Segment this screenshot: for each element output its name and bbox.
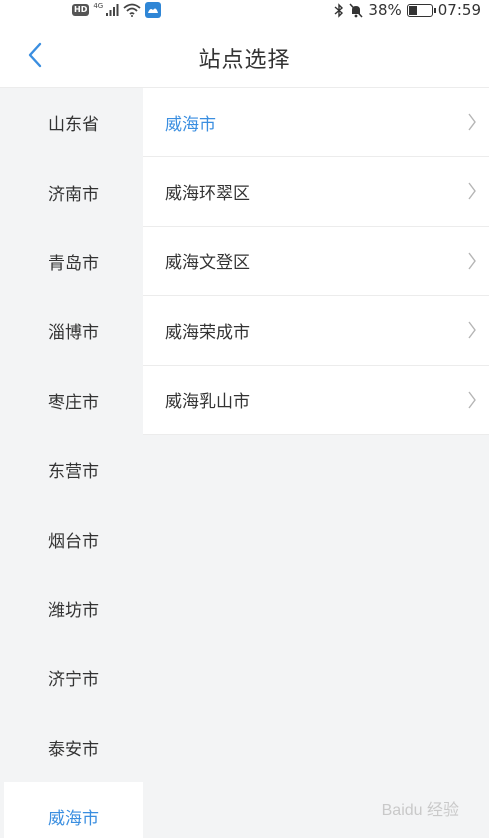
district-label: 威海乳山市 (165, 392, 250, 413)
province-item-8[interactable]: 济宁市 (4, 643, 143, 712)
status-left: HD 4G (72, 2, 162, 18)
battery-percent: 38% (368, 1, 402, 19)
signal-icon (106, 4, 119, 16)
district-label: 威海文登区 (165, 253, 250, 274)
province-item-6[interactable]: 烟台市 (4, 504, 143, 573)
status-right: 38% 07:59 (334, 1, 481, 19)
province-label: 泰安市 (48, 739, 99, 760)
district-list: 威海市 威海环翠区 威海文登区 威海荣成市 威海乳山市 (143, 88, 489, 435)
province-item-0[interactable]: 山东省 (4, 88, 143, 157)
province-item-9[interactable]: 泰安市 (4, 713, 143, 782)
province-list: 山东省 济南市 青岛市 淄博市 枣庄市 东营市 烟台市 潍坊市 济宁市 泰安市 … (4, 88, 143, 838)
province-item-3[interactable]: 淄博市 (4, 296, 143, 365)
province-label: 东营市 (48, 462, 99, 483)
province-label: 青岛市 (48, 253, 99, 274)
province-item-2[interactable]: 青岛市 (4, 227, 143, 296)
province-item-1[interactable]: 济南市 (4, 157, 143, 226)
province-item-7[interactable]: 潍坊市 (4, 574, 143, 643)
header: 站点选择 (0, 22, 489, 88)
district-label: 威海市 (165, 114, 216, 135)
province-item-4[interactable]: 枣庄市 (4, 366, 143, 435)
chevron-right-icon (468, 182, 476, 200)
chevron-right-icon (468, 391, 476, 408)
network-type: 4G (93, 2, 104, 10)
watermark: Baidu 经验 (381, 802, 459, 819)
province-label: 济南市 (48, 184, 99, 205)
content-area: 山东省 济南市 青岛市 淄博市 枣庄市 东营市 烟台市 潍坊市 济宁市 泰安市 … (0, 88, 489, 838)
province-label: 烟台市 (48, 531, 99, 552)
hd-badge: HD (72, 4, 90, 16)
province-label: 威海市 (48, 809, 99, 830)
chevron-right-icon (468, 321, 476, 339)
province-item-10[interactable]: 威海市 (4, 781, 143, 838)
battery-icon (406, 3, 436, 17)
status-bar: HD 4G 38% 07:59 (0, 0, 489, 22)
district-label: 威海荣成市 (165, 322, 250, 343)
page-title: 站点选择 (198, 48, 291, 73)
province-item-5[interactable]: 东营市 (4, 435, 143, 504)
district-label: 威海环翠区 (165, 184, 250, 205)
province-label: 济宁市 (48, 670, 99, 691)
chevron-right-icon (468, 113, 476, 131)
province-label: 淄博市 (48, 323, 99, 344)
district-item-1[interactable]: 威海环翠区 (143, 157, 489, 227)
wifi-icon (123, 3, 141, 17)
district-item-4[interactable]: 威海乳山市 (143, 366, 489, 435)
district-item-2[interactable]: 威海文登区 (143, 227, 489, 297)
province-label: 潍坊市 (48, 600, 99, 621)
mute-bell-icon (349, 2, 363, 18)
province-label: 枣庄市 (48, 392, 99, 413)
chevron-right-icon (468, 252, 476, 270)
bluetooth-icon (334, 2, 344, 18)
district-item-0[interactable]: 威海市 (143, 88, 489, 158)
clock: 07:59 (437, 1, 481, 19)
app-notification-icon (145, 2, 162, 18)
district-item-3[interactable]: 威海荣成市 (143, 296, 489, 366)
province-label: 山东省 (48, 115, 99, 136)
